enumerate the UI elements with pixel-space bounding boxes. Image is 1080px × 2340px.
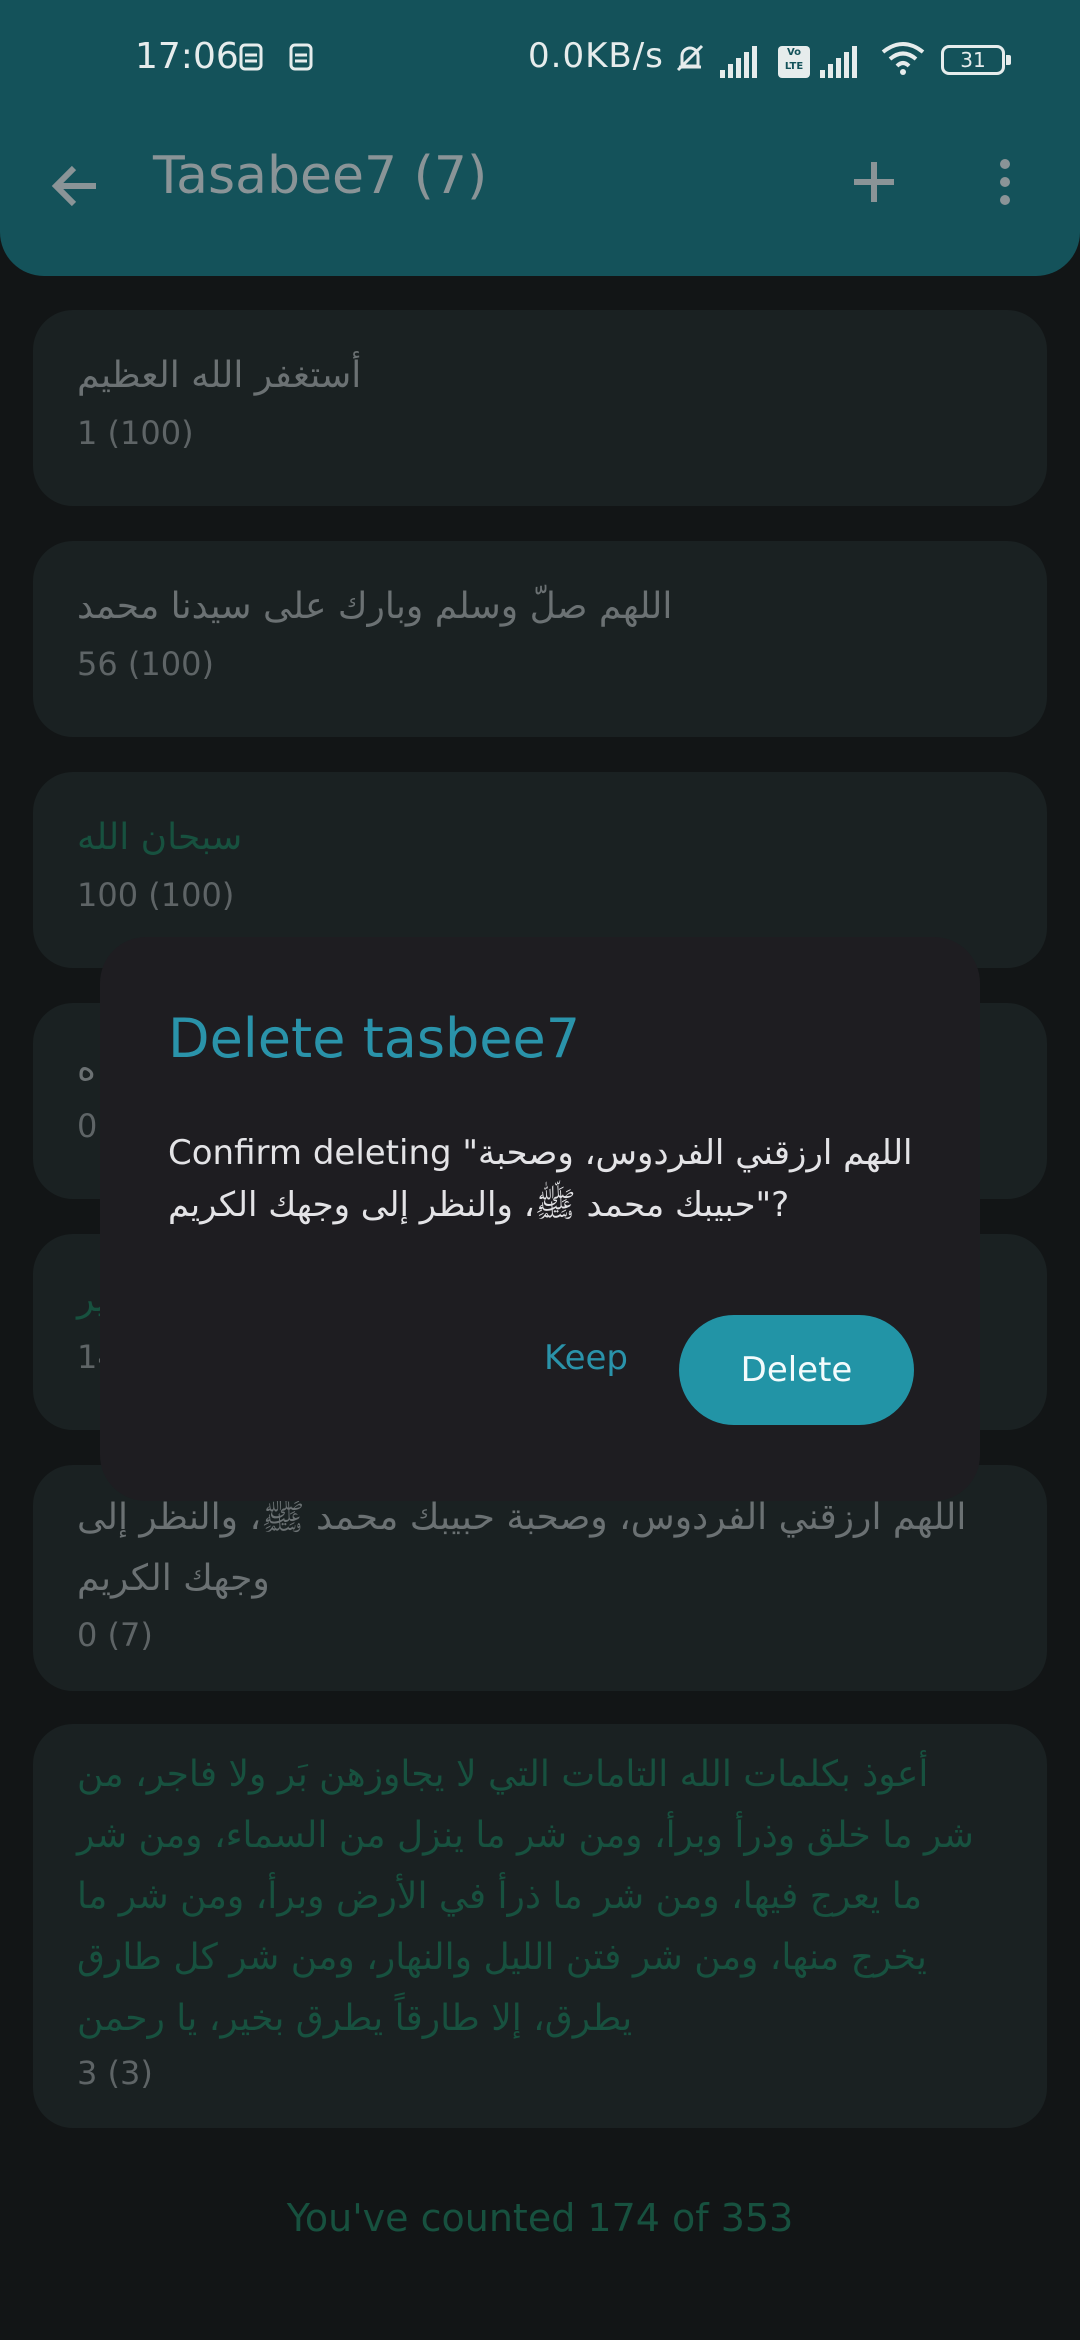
count-summary: You've counted 174 of 353 [286,2196,794,2240]
add-button[interactable] [842,150,906,214]
tasbeeh-count: 0 (7) [77,1616,153,1654]
dialog-message: Confirm deleting "اللهم ارزقني الفردوس، … [168,1133,913,1225]
signal-icon [820,44,857,78]
keep-button[interactable]: Keep [520,1315,652,1401]
signal-icon [720,44,757,78]
more-options-button[interactable] [985,150,1025,214]
sim-alert-icon [286,42,316,72]
tasbeeh-count: 0 [77,1107,98,1145]
back-button[interactable] [44,150,108,214]
app-bar: 17:06 0.0KB/s Vo LTE 31 Tasabee7 (7) [0,0,1080,276]
more-vert-icon [1000,159,1010,205]
tasbeeh-text: اللهم صلّ وسلم وبارك على سيدنا محمد [77,586,673,627]
wifi-icon [880,40,926,76]
silent-icon [672,40,708,76]
tasbeeh-card[interactable]: أعوذ بكلمات الله التامات التي لا يجاوزهن… [33,1724,1047,2128]
plus-icon [854,162,894,202]
status-time: 17:06 [135,36,239,77]
page-title: Tasabee7 (7) [153,146,488,206]
tasbeeh-count: 3 (3) [77,2054,153,2092]
tasbeeh-count: 1 (100) [77,414,194,452]
network-speed: 0.0KB/s [528,36,664,76]
volte-icon: Vo LTE [778,46,810,78]
tasbeeh-text: أعوذ بكلمات الله التامات التي لا يجاوزهن… [77,1754,974,2039]
sim-alert-icon [236,42,266,72]
arrow-left-icon [51,165,96,207]
tasbeeh-text: سبحان الله [77,817,243,858]
status-bar: 17:06 0.0KB/s Vo LTE 31 [0,0,1080,120]
tasbeeh-text: اللهم ارزقني الفردوس، وصحبة حبيبك محمد ﷺ… [77,1497,967,1599]
tasbeeh-card[interactable]: اللهم صلّ وسلم وبارك على سيدنا محمد 56 (… [33,541,1047,737]
delete-dialog: Delete tasbee7 Confirm deleting "اللهم ا… [100,937,980,1501]
delete-button[interactable]: Delete [679,1315,914,1425]
dialog-title: Delete tasbee7 [168,1007,581,1070]
battery-icon: 31 [941,45,1011,75]
tasbeeh-count: 56 (100) [77,645,214,683]
tasbeeh-text: أستغفر الله العظيم [77,355,362,396]
tasbeeh-card[interactable]: أستغفر الله العظيم 1 (100) [33,310,1047,506]
tasbeeh-count: 100 (100) [77,876,235,914]
